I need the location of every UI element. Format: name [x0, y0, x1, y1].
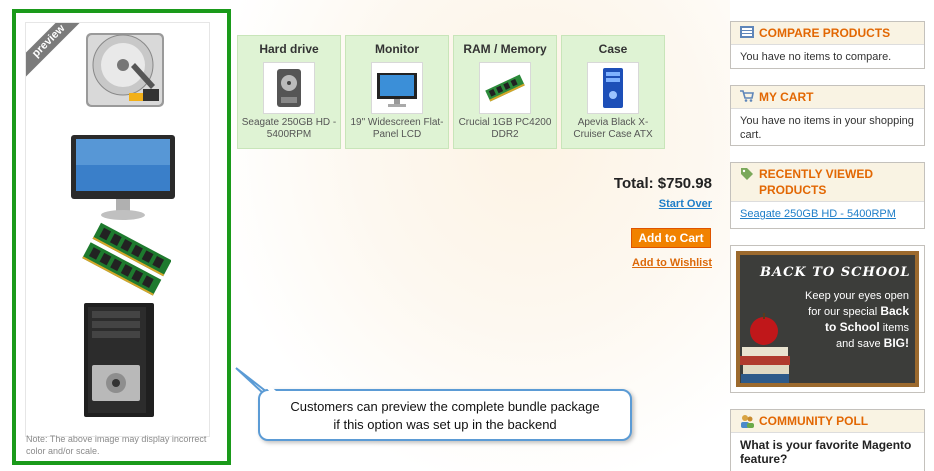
monitor-icon [377, 73, 417, 107]
promo-line-1: Keep your eyes open [805, 290, 909, 302]
cart-empty-text: You have no items in your shopping cart. [740, 115, 914, 141]
apple-books-image [740, 313, 790, 383]
block-title: COMPARE PRODUCTS [731, 22, 924, 45]
chalkboard: BACK TO SCHOOL Keep your eyes open for o… [736, 251, 919, 387]
option-product-name[interactable]: 19" Widescreen Flat-Panel LCD [346, 117, 448, 141]
compare-empty-text: You have no items to compare. [740, 51, 892, 63]
option-product-name[interactable]: Crucial 1GB PC4200 DDR2 [454, 117, 556, 141]
monitor-image [71, 135, 175, 220]
callout-pointer-join [254, 371, 284, 395]
cart-icon [740, 90, 754, 102]
community-poll-block: COMMUNITY POLL What is your favorite Mag… [730, 409, 925, 471]
option-title: RAM / Memory [463, 42, 547, 56]
promo-title: BACK TO SCHOOL [760, 265, 911, 280]
promo-line-3: to School [824, 320, 880, 334]
bundle-option-monitor[interactable]: Monitor 19" Widescreen Flat-Panel LCD [345, 35, 449, 149]
poll-question: What is your favorite Magento feature? [740, 438, 912, 466]
recently-viewed-block: RECENTLY VIEWED PRODUCTS Seagate 250GB H… [730, 162, 925, 229]
recent-item-link[interactable]: Seagate 250GB HD - 5400RPM [740, 208, 896, 220]
option-thumbnail[interactable] [371, 62, 423, 114]
compare-title: COMPARE PRODUCTS [759, 26, 891, 40]
hard-drive-icon [277, 69, 301, 107]
callout-line-2: if this option was set up in the backend [333, 417, 557, 432]
option-product-name[interactable]: Seagate 250GB HD - 5400RPM [238, 117, 340, 141]
add-to-cart-button[interactable]: Add to Cart [631, 228, 711, 248]
compare-icon [740, 26, 754, 38]
option-title: Case [598, 42, 628, 56]
option-thumbnail[interactable] [479, 62, 531, 114]
bundle-option-ram[interactable]: RAM / Memory Crucial 1GB PC4200 DDR2 [453, 35, 557, 149]
compare-products-block: COMPARE PRODUCTS You have no items to co… [730, 21, 925, 69]
callout-annotation: Customers can preview the complete bundl… [258, 389, 632, 441]
add-to-wishlist-link[interactable]: Add to Wishlist [632, 257, 712, 269]
users-icon [741, 415, 754, 428]
promo-line-2b: Back [880, 304, 909, 318]
block-title: RECENTLY VIEWED PRODUCTS [731, 163, 924, 202]
bundle-preview-image: preview [25, 22, 210, 437]
poll-title: COMMUNITY POLL [759, 414, 869, 428]
promo-line-3b: items [879, 322, 909, 334]
bundle-preview-panel: preview Note: The above image may displa… [12, 9, 231, 465]
promo-line-4b: BIG! [883, 336, 909, 350]
promo-text: Keep your eyes open for our special Back… [779, 289, 909, 352]
cart-title: MY CART [759, 90, 814, 104]
case-icon [603, 68, 623, 108]
block-title: COMMUNITY POLL [731, 410, 924, 433]
promo-line-4a: and save [835, 338, 884, 350]
tower-case-image [84, 303, 154, 417]
my-cart-block: MY CART You have no items in your shoppi… [730, 85, 925, 146]
bundle-option-hard-drive[interactable]: Hard drive Seagate 250GB HD - 5400RPM [237, 35, 341, 149]
callout-line-1: Customers can preview the complete bundl… [290, 399, 600, 414]
tag-icon [741, 168, 753, 180]
start-over-link[interactable]: Start Over [659, 198, 712, 210]
bundle-total-price: Total: $750.98 [613, 175, 712, 192]
option-title: Monitor [375, 42, 419, 56]
promo-line-2a: for our special [808, 306, 881, 318]
hard-drive-image [86, 33, 164, 107]
option-product-name[interactable]: Apevia Black X-Cruiser Case ATX [562, 117, 664, 141]
preview-ribbon: preview [26, 23, 87, 80]
back-to-school-banner[interactable]: BACK TO SCHOOL Keep your eyes open for o… [730, 245, 925, 393]
option-thumbnail[interactable] [263, 62, 315, 114]
ram-icon [485, 74, 525, 102]
recent-title: RECENTLY VIEWED PRODUCTS [759, 167, 874, 197]
block-title: MY CART [731, 86, 924, 109]
option-thumbnail[interactable] [587, 62, 639, 114]
ram-image [82, 222, 171, 296]
option-title: Hard drive [259, 42, 319, 56]
preview-note: Note: The above image may display incorr… [26, 434, 207, 456]
bundle-option-case[interactable]: Case Apevia Black X-Cruiser Case ATX [561, 35, 665, 149]
